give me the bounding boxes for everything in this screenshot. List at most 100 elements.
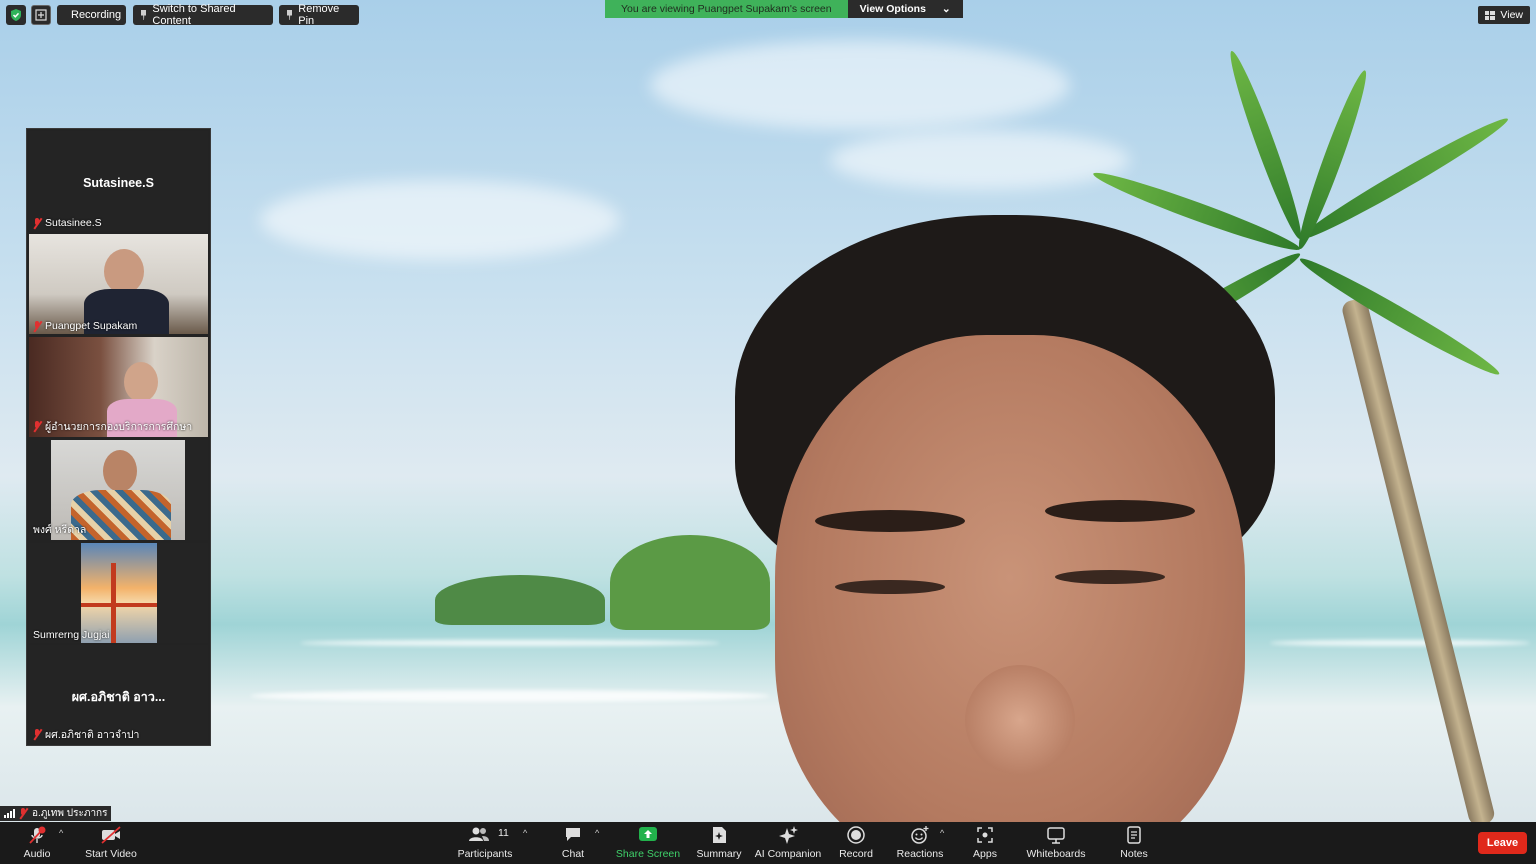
wave — [250, 690, 770, 702]
eye — [835, 580, 945, 594]
participant-tile[interactable]: Sumrerng Jugjai — [29, 543, 208, 643]
apps-icon — [977, 827, 993, 843]
palm-frond — [1223, 47, 1309, 243]
eye — [1055, 570, 1165, 584]
participant-name: ผศ.อภิชาติ อาวจำปา — [45, 729, 140, 741]
participant-name: Sutasinee.S — [45, 217, 102, 229]
start-video-button[interactable]: Start Video — [84, 822, 138, 864]
remove-pin-button[interactable]: Remove Pin — [279, 3, 359, 27]
view-button[interactable]: View — [1478, 6, 1530, 24]
nose — [965, 665, 1075, 775]
recording-label: Recording — [71, 9, 122, 21]
leave-button[interactable]: Leave — [1478, 832, 1527, 854]
notes-icon — [1127, 826, 1141, 844]
chevron-down-icon: ⌄ — [941, 3, 951, 15]
chat-button[interactable]: Chat — [555, 822, 591, 864]
participant-tile[interactable]: ผู้อำนวยการกองบริการการศึกษา — [29, 337, 208, 437]
participant-tile[interactable]: พงศ์ หรีดาล — [29, 440, 208, 540]
participant-tile[interactable]: ผศ.อภิชาติ อาว... ผศ.อภิชาติ อาวจำปา — [29, 645, 208, 745]
notes-label: Notes — [1120, 848, 1148, 860]
view-label: View — [1500, 9, 1523, 21]
ai-sparkle-icon — [779, 826, 798, 844]
muted-mic-icon — [33, 729, 42, 740]
muted-mic-icon — [33, 320, 42, 332]
participants-options-caret-icon[interactable]: ^ — [523, 828, 527, 838]
focus-mode-icon[interactable] — [31, 5, 51, 25]
participant-name: Sumrerng Jugjai — [33, 629, 110, 641]
grid-icon — [1485, 10, 1496, 20]
security-shield-icon[interactable] — [6, 5, 26, 25]
self-name: อ.ภูเทพ ประภากร — [32, 808, 108, 819]
self-view-label: อ.ภูเทพ ประภากร — [0, 806, 112, 821]
video-off-icon — [101, 826, 121, 844]
share-screen-icon — [639, 827, 657, 841]
bridge-deck — [81, 603, 157, 607]
pin-icon — [287, 10, 293, 20]
muted-mic-icon — [33, 217, 42, 229]
share-screen-button[interactable]: Share Screen — [615, 822, 681, 864]
viewing-text: You are viewing Puangpet Supakam's scree… — [605, 0, 848, 18]
chat-options-caret-icon[interactable]: ^ — [595, 828, 599, 838]
ai-companion-label: AI Companion — [754, 848, 822, 860]
cloud — [830, 130, 1130, 190]
reactions-smiley-icon — [911, 826, 929, 844]
presenter-video — [735, 215, 1275, 822]
apps-label: Apps — [973, 848, 997, 860]
chat-label: Chat — [561, 848, 585, 860]
whiteboard-icon — [1047, 827, 1065, 844]
reactions-options-caret-icon[interactable]: ^ — [940, 828, 944, 838]
palm-frond — [1295, 251, 1504, 382]
participant-video-person — [124, 362, 158, 402]
eyebrow — [1045, 500, 1195, 522]
record-button[interactable]: Record — [838, 822, 874, 864]
wave — [300, 640, 720, 646]
summary-icon — [713, 827, 726, 843]
summary-button[interactable]: Summary — [695, 822, 743, 864]
mouth — [945, 815, 1135, 822]
participant-display-name: Sutasinee.S — [83, 176, 154, 190]
video-thumbnails-panel: Sutasinee.S Sutasinee.S Puangpet Supakam… — [26, 128, 211, 746]
cloud — [260, 180, 620, 260]
audio-options-caret-icon[interactable]: ^ — [59, 828, 63, 838]
notes-button[interactable]: Notes — [1116, 822, 1152, 864]
remove-pin-label: Remove Pin — [298, 3, 340, 27]
participant-display-name: ผศ.อภิชาติ อาว... — [71, 690, 166, 704]
presenter-face — [775, 335, 1245, 822]
participants-button[interactable]: 11 Participants — [456, 822, 514, 864]
participant-tile[interactable]: Puangpet Supakam — [29, 234, 208, 334]
participant-name: พงศ์ หรีดาล — [33, 524, 87, 536]
participants-label: Participants — [457, 848, 513, 860]
island — [435, 575, 605, 625]
participant-video-frame — [81, 543, 157, 643]
muted-mic-icon — [19, 808, 28, 819]
recording-indicator[interactable]: Recording — [57, 5, 126, 25]
view-options-button[interactable]: View Options ⌄ — [847, 0, 963, 18]
muted-mic-icon — [33, 421, 42, 432]
participant-name: Puangpet Supakam — [45, 320, 138, 332]
participant-video-person — [104, 249, 144, 294]
whiteboards-label: Whiteboards — [1026, 848, 1086, 860]
pin-icon — [141, 10, 147, 20]
participant-tile[interactable]: Sutasinee.S Sutasinee.S — [29, 131, 208, 231]
meeting-toolbar: Audio ^ Start Video 11 Participants ^ Ch… — [0, 822, 1536, 864]
share-screen-label: Share Screen — [615, 848, 681, 860]
eyebrow — [815, 510, 965, 532]
apps-button[interactable]: Apps — [968, 822, 1002, 864]
start-video-label: Start Video — [85, 848, 137, 860]
summary-label: Summary — [696, 848, 742, 860]
whiteboards-button[interactable]: Whiteboards — [1026, 822, 1086, 864]
reactions-label: Reactions — [896, 848, 944, 860]
switch-to-shared-content-button[interactable]: Switch to Shared Content — [133, 3, 273, 27]
switch-label: Switch to Shared Content — [152, 3, 236, 27]
viewing-banner: You are viewing Puangpet Supakam's scree… — [605, 0, 963, 18]
reactions-button[interactable]: Reactions — [896, 822, 944, 864]
audio-label: Audio — [23, 848, 51, 860]
audio-button[interactable]: Audio — [16, 822, 58, 864]
participants-count: 11 — [498, 827, 509, 839]
ai-companion-button[interactable]: AI Companion — [754, 822, 822, 864]
record-label: Record — [839, 848, 873, 860]
cloud — [650, 40, 1070, 130]
view-options-label: View Options — [859, 3, 926, 15]
chat-bubble-icon — [566, 828, 580, 841]
signal-bars-icon — [4, 809, 15, 818]
